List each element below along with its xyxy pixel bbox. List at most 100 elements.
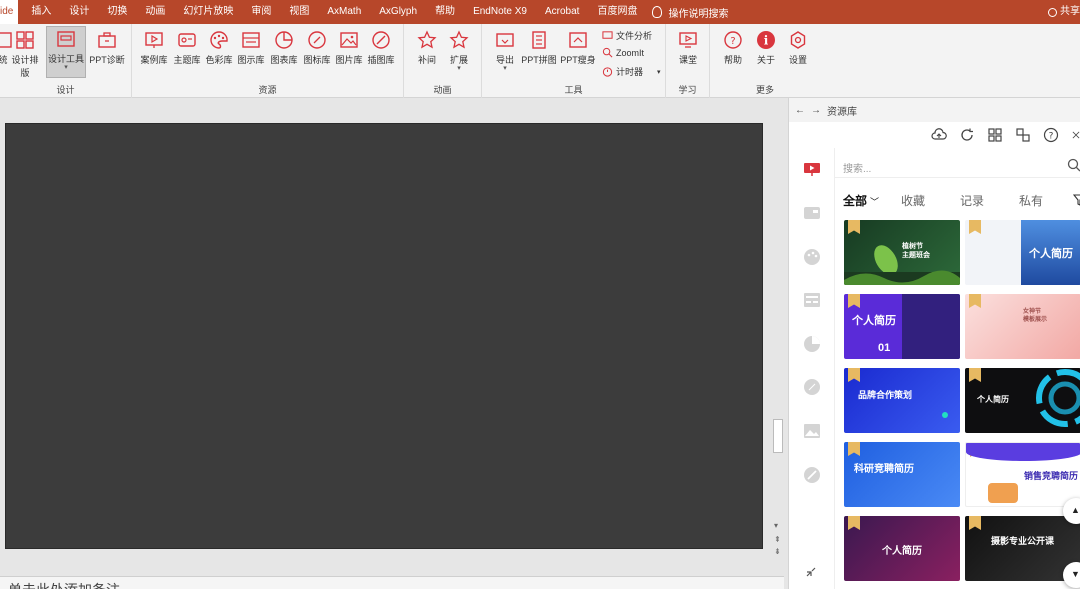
gear-icon [790, 31, 806, 49]
theme-library-icon[interactable] [803, 204, 821, 222]
ribbon: 统 设计排版 设计工具 ▾ PPT诊断 设计 案例库 主题库 色彩库 图示库 图… [0, 24, 1080, 98]
refresh-icon[interactable] [959, 127, 975, 143]
tab-review[interactable]: 审阅 [242, 0, 280, 24]
back-arrow-icon[interactable]: ← [795, 105, 805, 116]
classroom-icon [679, 32, 697, 48]
tab-slideshow[interactable]: 幻灯片放映 [174, 0, 242, 24]
card-image [902, 294, 960, 359]
about-button[interactable]: i 关于 [749, 28, 783, 66]
compass-icon [308, 31, 326, 49]
slim-icon [569, 32, 587, 48]
color-library-icon[interactable] [803, 248, 821, 266]
tab-help[interactable]: 帮助 [426, 0, 464, 24]
vip-badge-icon [848, 368, 860, 382]
layout-button[interactable]: 设计排版 [8, 28, 42, 79]
star-icon [417, 30, 437, 49]
template-card[interactable]: 植树节 主题班会 [844, 220, 960, 285]
charts-show-button[interactable]: 图示库 [234, 28, 268, 66]
search-input[interactable]: 搜索... [843, 164, 871, 175]
close-icon[interactable] [1071, 127, 1080, 143]
template-card[interactable]: 个人简历 [965, 368, 1080, 433]
help-button[interactable]: ? 帮助 [716, 28, 750, 66]
file-analysis-button[interactable]: 文件分析 [602, 29, 652, 42]
chart-library-icon[interactable] [803, 335, 821, 353]
template-card[interactable]: 个人简历 [844, 516, 960, 581]
card-title: 女神节 模板展示 [1023, 309, 1048, 323]
tab-insert[interactable]: 插入 [22, 0, 60, 24]
tell-me-search[interactable]: 操作说明搜索 [646, 5, 728, 20]
collapse-icon[interactable] [805, 566, 817, 578]
tab-axglyph[interactable]: AxGlyph [370, 0, 426, 24]
tab-all[interactable]: 全部 ﹀ [843, 192, 879, 209]
forward-arrow-icon[interactable]: → [811, 105, 821, 116]
ppt-stitch-button[interactable]: PPT拼图 [520, 28, 558, 66]
template-card[interactable]: 女神节 模板展示 [965, 294, 1080, 359]
tab-transitions[interactable]: 切换 [98, 0, 136, 24]
tab-history[interactable]: 记录 [960, 192, 984, 209]
card-title: 个人简历 [1029, 248, 1073, 260]
timer-icon [602, 67, 613, 77]
cases-button[interactable]: 案例库 [137, 28, 171, 66]
themes-button[interactable]: 主题库 [170, 28, 204, 66]
template-card[interactable]: 个人简历 [965, 220, 1080, 285]
diagnose-button[interactable]: PPT诊断 [89, 28, 125, 66]
picture-library-icon[interactable] [803, 422, 821, 440]
tab-islide[interactable]: ide [0, 0, 19, 24]
export-button[interactable]: 导出 ▾ [488, 28, 522, 72]
colors-button[interactable]: 色彩库 [202, 28, 236, 66]
case-library-icon[interactable] [803, 160, 821, 178]
vertical-scrollbar[interactable]: ▾ ⇞ ⇟ [772, 123, 784, 563]
tab-baidu[interactable]: 百度网盘 [588, 0, 646, 24]
tab-endnote[interactable]: EndNote X9 [464, 0, 536, 24]
scroll-down-arrow-icon[interactable]: ▾ [774, 521, 778, 530]
tab-view[interactable]: 视图 [280, 0, 318, 24]
tab-private[interactable]: 私有 [1019, 192, 1043, 209]
tween-button[interactable]: 补间 [410, 28, 444, 66]
template-card[interactable]: 品牌合作策划 [844, 368, 960, 433]
tab-acrobat[interactable]: Acrobat [536, 0, 588, 24]
icons-button[interactable]: 图标库 [300, 28, 334, 66]
svg-text:?: ? [730, 36, 735, 47]
info-icon: i [757, 31, 775, 49]
template-card[interactable]: 科研竞聘简历 [844, 442, 960, 507]
settings-button[interactable]: 设置 [781, 28, 815, 66]
template-card[interactable]: 个人简历 01 [844, 294, 960, 359]
tab-axmath[interactable]: AxMath [318, 0, 370, 24]
classroom-button[interactable]: 课堂 [671, 28, 705, 66]
pane-title: 资源库 [827, 106, 857, 118]
card-title: 个人简历 [882, 546, 922, 557]
ppt-slim-button[interactable]: PPT瘦身 [559, 28, 597, 66]
tab-design[interactable]: 设计 [60, 0, 98, 24]
template-card[interactable]: 销售竞聘简历 [965, 442, 1080, 507]
search-box[interactable]: 搜索... [835, 154, 1080, 178]
search-icon[interactable] [1067, 158, 1080, 172]
cloud-upload-icon[interactable] [931, 127, 947, 143]
design-tools-button[interactable]: 设计工具 ▾ [46, 26, 86, 78]
prev-slide-icon[interactable]: ⇞ [774, 535, 781, 544]
diagram-library-icon[interactable] [803, 291, 821, 309]
timer-button[interactable]: 计时器 ▾ [602, 65, 661, 78]
next-slide-icon[interactable]: ⇟ [774, 547, 781, 556]
layout-label: 设计排版 [11, 55, 39, 78]
illustrations-button[interactable]: 插图库 [364, 28, 398, 66]
share-button[interactable]: 共享 [1048, 0, 1080, 24]
grid-icon[interactable] [987, 127, 1003, 143]
image-icon [340, 32, 358, 48]
card-title: 销售竞聘简历 [1024, 471, 1079, 481]
group-design-label: 设计 [56, 85, 75, 95]
message-icon [602, 31, 613, 39]
zoomit-button[interactable]: ZoomIt [602, 47, 644, 58]
illustration-library-icon[interactable] [803, 466, 821, 484]
tab-animations[interactable]: 动画 [136, 0, 174, 24]
notes-field[interactable]: 单击此处添加备注 [0, 576, 784, 589]
tab-favorites[interactable]: 收藏 [901, 192, 925, 209]
help-circle-icon[interactable]: ? [1043, 127, 1059, 143]
pictures-button[interactable]: 图片库 [332, 28, 366, 66]
filter-icon[interactable] [1073, 194, 1080, 206]
extend-button[interactable]: 扩展 ▾ [442, 28, 476, 72]
scrollbar-thumb[interactable] [773, 419, 783, 453]
slide-canvas[interactable] [5, 123, 763, 549]
switch-icon[interactable] [1015, 127, 1031, 143]
icon-library-icon[interactable] [803, 378, 821, 396]
charts-button[interactable]: 图表库 [267, 28, 301, 66]
